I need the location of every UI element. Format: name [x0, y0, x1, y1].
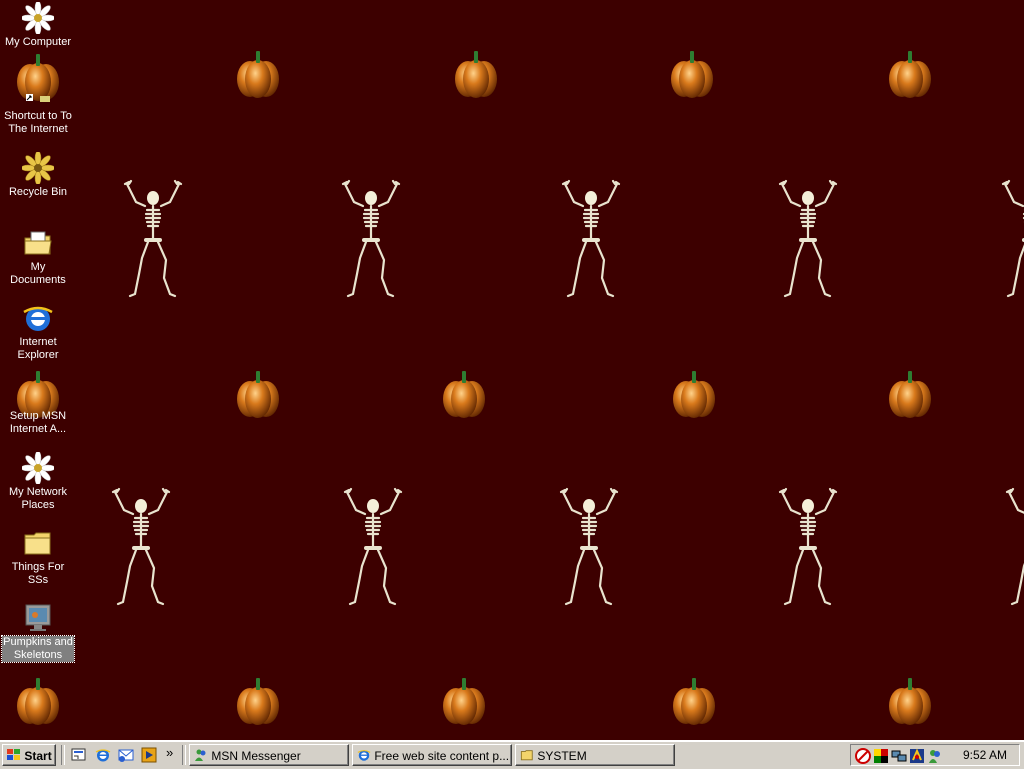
ie-icon[interactable]: [95, 747, 111, 763]
media-player-icon[interactable]: [141, 747, 157, 763]
task-label: SYSTEM: [537, 749, 587, 763]
pumpkin-shortcut-icon: [26, 94, 50, 102]
desktop-icon-label: My Computer: [4, 36, 72, 48]
desktop-icon-internet-explorer[interactable]: Internet Explorer: [2, 302, 74, 362]
desktop-icon-label: Setup MSN Internet A...: [9, 410, 67, 435]
ie-icon: [22, 305, 54, 333]
display-icon: [25, 604, 51, 631]
quick-launch-overflow-button[interactable]: »: [166, 745, 173, 760]
desktop-icon-pumpkins-and-skeletons[interactable]: Pumpkins and Skeletons: [1, 602, 75, 663]
skeleton-wallpaper-icon: [123, 179, 183, 298]
flower-recycle-bin-icon: [22, 152, 54, 184]
skeleton-wallpaper-icon: [343, 487, 403, 606]
pumpkin-wallpaper-icon: [237, 371, 279, 418]
security-icon[interactable]: [909, 748, 925, 764]
taskbar-separator: [61, 745, 65, 765]
desktop-icon-label: Things For SSs: [11, 561, 65, 586]
desktop-icon-label: Recycle Bin: [8, 186, 68, 198]
desktop-icon-recycle-bin[interactable]: Recycle Bin: [2, 152, 74, 199]
desktop-icon-label: My Network Places: [8, 486, 68, 511]
pumpkin-wallpaper-icon: [455, 51, 497, 98]
network-icon[interactable]: [891, 748, 907, 764]
task-label: MSN Messenger: [211, 749, 301, 763]
task-system-folder[interactable]: SYSTEM: [515, 744, 675, 766]
desktop-icon-my-documents[interactable]: My Documents: [2, 227, 74, 287]
ie-icon: [357, 749, 371, 762]
pumpkin-wallpaper-icon: [443, 371, 485, 418]
desktop-icon-label: Pumpkins and Skeletons: [1, 635, 75, 663]
skeleton-wallpaper-icon: [778, 487, 838, 606]
system-tray: 9:52 AM: [850, 744, 1020, 766]
desktop-icon-label: My Documents: [10, 261, 66, 286]
show-desktop-icon[interactable]: [71, 747, 87, 763]
desktop-icon-label: Internet Explorer: [17, 336, 59, 361]
skeleton-wallpaper-icon: [561, 179, 621, 298]
antivirus-icon[interactable]: [855, 748, 871, 764]
clock[interactable]: 9:52 AM: [963, 745, 1007, 765]
skeleton-wallpaper-icon: [559, 487, 619, 606]
pumpkin-wallpaper-icon: [237, 51, 279, 98]
msn-icon: [195, 749, 206, 761]
messenger-icon[interactable]: [927, 748, 943, 764]
desktop[interactable]: My Computer Shortcut to To The Internet …: [0, 0, 1024, 740]
pumpkin-wallpaper-icon: [671, 51, 713, 98]
folder-icon: [24, 532, 51, 555]
task-free-web-site-content[interactable]: Free web site content p...: [352, 744, 512, 766]
flower-network-icon: [22, 452, 54, 484]
outlook-icon[interactable]: [118, 747, 134, 763]
skeleton-wallpaper-icon: [1001, 179, 1024, 298]
folder-documents-icon: [24, 231, 52, 255]
pumpkin-wallpaper-icon: [889, 678, 931, 725]
desktop-icon-things-for-sss[interactable]: Things For SSs: [2, 527, 74, 587]
desktop-icon-my-network-places[interactable]: My Network Places: [2, 452, 74, 512]
colors-icon[interactable]: [873, 748, 889, 764]
start-button[interactable]: Start: [2, 744, 56, 766]
pumpkin-wallpaper-icon: [673, 371, 715, 418]
desktop-icon-label: Shortcut to To The Internet: [4, 110, 72, 135]
taskbar: Start » MSN Messenger Free web site cont…: [0, 740, 1024, 769]
pumpkin-wallpaper-icon: [237, 678, 279, 725]
task-msn-messenger[interactable]: MSN Messenger: [189, 744, 349, 766]
pumpkin-wallpaper-icon: [889, 371, 931, 418]
skeleton-wallpaper-icon: [111, 487, 171, 606]
windows-logo-icon: [7, 749, 20, 760]
skeleton-wallpaper-icon: [778, 179, 838, 298]
task-label: Free web site content p...: [374, 749, 510, 763]
pumpkin-wallpaper-icon: [889, 51, 931, 98]
desktop-icon-my-computer[interactable]: My Computer: [2, 2, 74, 49]
pumpkin-wallpaper-icon: [443, 678, 485, 725]
start-label: Start: [24, 749, 52, 763]
desktop-icon-shortcut-internet[interactable]: Shortcut to To The Internet: [2, 76, 74, 136]
pumpkin-wallpaper-icon: [17, 678, 59, 725]
skeleton-wallpaper-icon: [1005, 487, 1024, 606]
taskbar-separator: [182, 745, 186, 765]
flower-computer-icon: [22, 2, 54, 34]
skeleton-wallpaper-icon: [341, 179, 401, 298]
folder-icon: [520, 750, 533, 761]
desktop-icon-setup-msn[interactable]: Setup MSN Internet A...: [2, 410, 74, 436]
pumpkin-wallpaper-icon: [673, 678, 715, 725]
